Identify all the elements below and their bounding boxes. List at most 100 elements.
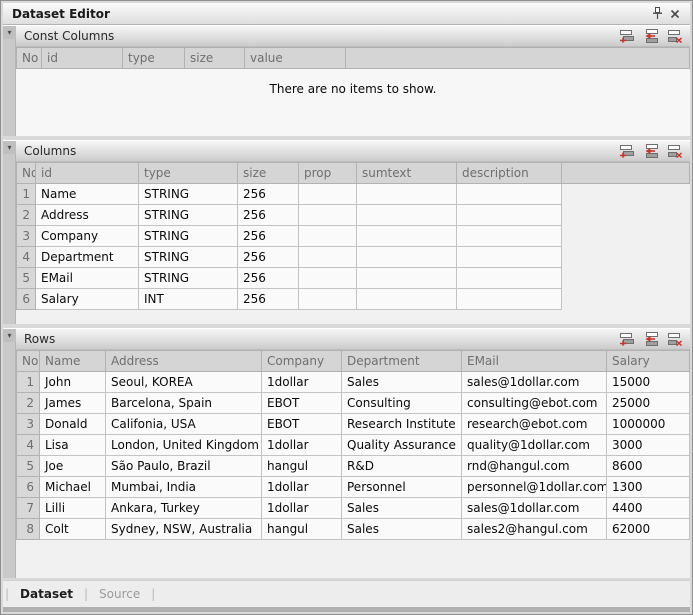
cell-department[interactable]: R&D [342, 456, 462, 477]
tab-source[interactable]: Source [88, 587, 151, 601]
cell-address[interactable]: Ankara, Turkey [106, 498, 262, 519]
cell-description[interactable] [457, 247, 562, 268]
cell-type[interactable]: STRING [139, 247, 238, 268]
row-number-cell[interactable]: 8 [17, 519, 40, 540]
cell-sumtext[interactable] [357, 226, 457, 247]
cell-email[interactable]: personnel@1dollar.com [462, 477, 607, 498]
row-number-cell[interactable]: 2 [17, 205, 36, 226]
row-number-cell[interactable]: 1 [17, 372, 40, 393]
cell-salary[interactable]: 1300 [607, 477, 690, 498]
cell-address[interactable]: São Paulo, Brazil [106, 456, 262, 477]
cell-size[interactable]: 256 [238, 247, 299, 268]
add-row-icon[interactable] [618, 29, 635, 44]
insert-row-icon[interactable] [642, 29, 659, 44]
cell-prop[interactable] [299, 289, 357, 310]
cell-type[interactable]: STRING [139, 205, 238, 226]
cell-sumtext[interactable] [357, 268, 457, 289]
cell-sumtext[interactable] [357, 184, 457, 205]
cell-company[interactable]: hangul [262, 456, 342, 477]
collapse-section-icon[interactable]: ▾ [3, 26, 16, 39]
cell-size[interactable]: 256 [238, 205, 299, 226]
cell-sumtext[interactable] [357, 247, 457, 268]
cell-address[interactable]: Barcelona, Spain [106, 393, 262, 414]
cell-size[interactable]: 256 [238, 226, 299, 247]
row-number-cell[interactable]: 3 [17, 226, 36, 247]
cell-name[interactable]: Lisa [40, 435, 106, 456]
insert-row-icon[interactable] [642, 332, 659, 347]
row-number-cell[interactable]: 4 [17, 247, 36, 268]
cell-email[interactable]: sales2@hangul.com [462, 519, 607, 540]
cell-address[interactable]: Sydney, NSW, Australia [106, 519, 262, 540]
cell-company[interactable]: hangul [262, 519, 342, 540]
cell-company[interactable]: 1dollar [262, 498, 342, 519]
cell-type[interactable]: STRING [139, 184, 238, 205]
row-number-cell[interactable]: 3 [17, 414, 40, 435]
tab-dataset[interactable]: Dataset [9, 587, 84, 601]
cell-department[interactable]: Sales [342, 498, 462, 519]
cell-department[interactable]: Consulting [342, 393, 462, 414]
cell-company[interactable]: 1dollar [262, 477, 342, 498]
cell-description[interactable] [457, 226, 562, 247]
cell-type[interactable]: STRING [139, 226, 238, 247]
cell-size[interactable]: 256 [238, 184, 299, 205]
add-row-icon[interactable] [618, 144, 635, 159]
cell-address[interactable]: Califonia, USA [106, 414, 262, 435]
cell-salary[interactable]: 3000 [607, 435, 690, 456]
close-icon[interactable] [666, 6, 684, 22]
cell-name[interactable]: John [40, 372, 106, 393]
cell-id[interactable]: Salary [36, 289, 139, 310]
cell-salary[interactable]: 15000 [607, 372, 690, 393]
cell-name[interactable]: Donald [40, 414, 106, 435]
cell-salary[interactable]: 25000 [607, 393, 690, 414]
row-number-cell[interactable]: 5 [17, 268, 36, 289]
cell-name[interactable]: Joe [40, 456, 106, 477]
cell-id[interactable]: Department [36, 247, 139, 268]
cell-department[interactable]: Sales [342, 372, 462, 393]
cell-prop[interactable] [299, 184, 357, 205]
cell-name[interactable]: Lilli [40, 498, 106, 519]
delete-row-icon[interactable] [666, 29, 683, 44]
cell-salary[interactable]: 62000 [607, 519, 690, 540]
row-number-cell[interactable]: 6 [17, 289, 36, 310]
collapse-section-icon[interactable]: ▾ [3, 329, 16, 342]
cell-department[interactable]: Personnel [342, 477, 462, 498]
cell-email[interactable]: quality@1dollar.com [462, 435, 607, 456]
cell-name[interactable]: Colt [40, 519, 106, 540]
row-number-cell[interactable]: 4 [17, 435, 40, 456]
cell-id[interactable]: Company [36, 226, 139, 247]
cell-prop[interactable] [299, 247, 357, 268]
cell-salary[interactable]: 1000000 [607, 414, 690, 435]
cell-size[interactable]: 256 [238, 289, 299, 310]
cell-email[interactable]: consulting@ebot.com [462, 393, 607, 414]
delete-row-icon[interactable] [666, 144, 683, 159]
row-number-cell[interactable]: 2 [17, 393, 40, 414]
cell-description[interactable] [457, 184, 562, 205]
cell-size[interactable]: 256 [238, 268, 299, 289]
row-number-cell[interactable]: 6 [17, 477, 40, 498]
add-row-icon[interactable] [618, 332, 635, 347]
cell-id[interactable]: Address [36, 205, 139, 226]
cell-description[interactable] [457, 205, 562, 226]
row-number-cell[interactable]: 5 [17, 456, 40, 477]
cell-department[interactable]: Sales [342, 519, 462, 540]
cell-email[interactable]: research@ebot.com [462, 414, 607, 435]
cell-company[interactable]: EBOT [262, 393, 342, 414]
cell-salary[interactable]: 8600 [607, 456, 690, 477]
cell-address[interactable]: Seoul, KOREA [106, 372, 262, 393]
cell-sumtext[interactable] [357, 289, 457, 310]
cell-name[interactable]: James [40, 393, 106, 414]
row-number-cell[interactable]: 7 [17, 498, 40, 519]
insert-row-icon[interactable] [642, 144, 659, 159]
cell-department[interactable]: Quality Assurance [342, 435, 462, 456]
cell-prop[interactable] [299, 205, 357, 226]
cell-email[interactable]: rnd@hangul.com [462, 456, 607, 477]
cell-type[interactable]: INT [139, 289, 238, 310]
cell-company[interactable]: EBOT [262, 414, 342, 435]
cell-salary[interactable]: 4400 [607, 498, 690, 519]
cell-description[interactable] [457, 268, 562, 289]
cell-address[interactable]: London, United Kingdom [106, 435, 262, 456]
cell-sumtext[interactable] [357, 205, 457, 226]
delete-row-icon[interactable] [666, 332, 683, 347]
cell-department[interactable]: Research Institute [342, 414, 462, 435]
cell-type[interactable]: STRING [139, 268, 238, 289]
